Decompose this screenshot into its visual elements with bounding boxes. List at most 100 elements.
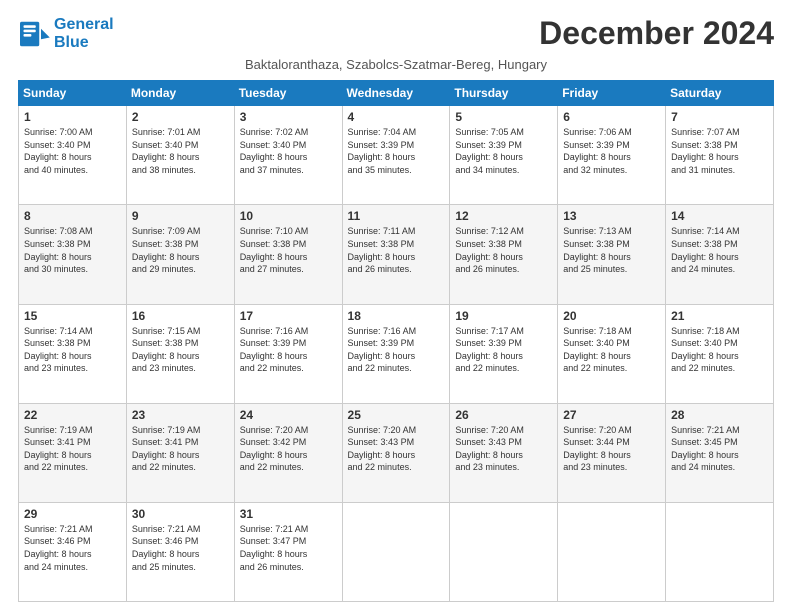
cell-content: Sunrise: 7:02 AM Sunset: 3:40 PM Dayligh… <box>240 126 337 176</box>
cell-content: Sunrise: 7:04 AM Sunset: 3:39 PM Dayligh… <box>348 126 445 176</box>
day-number: 24 <box>240 408 337 422</box>
cell-content: Sunrise: 7:11 AM Sunset: 3:38 PM Dayligh… <box>348 225 445 275</box>
cell-content: Sunrise: 7:17 AM Sunset: 3:39 PM Dayligh… <box>455 325 552 375</box>
calendar-week-row: 15Sunrise: 7:14 AM Sunset: 3:38 PM Dayli… <box>19 304 774 403</box>
logo-text: General Blue <box>54 16 114 51</box>
table-row <box>666 502 774 601</box>
table-row: 25 Sunrise: 7:20 AM Sunset: 3:43 PM Dayli… <box>342 403 450 502</box>
table-row: 1 Sunrise: 7:00 AM Sunset: 3:40 PM Daylig… <box>19 106 127 205</box>
logo-icon <box>18 20 50 48</box>
day-number: 19 <box>455 309 552 323</box>
cell-content: Sunrise: 7:20 AM Sunset: 3:42 PM Dayligh… <box>240 424 337 474</box>
table-row <box>342 502 450 601</box>
table-row: 18 Sunrise: 7:16 AM Sunset: 3:39 PM Dayli… <box>342 304 450 403</box>
table-row: 19 Sunrise: 7:17 AM Sunset: 3:39 PM Dayli… <box>450 304 558 403</box>
table-row: 12 Sunrise: 7:12 AM Sunset: 3:38 PM Dayli… <box>450 205 558 304</box>
day-number: 4 <box>348 110 445 124</box>
cell-content: Sunrise: 7:07 AM Sunset: 3:38 PM Dayligh… <box>671 126 768 176</box>
col-tuesday: Tuesday <box>234 81 342 106</box>
day-number: 22 <box>24 408 121 422</box>
day-number: 2 <box>132 110 229 124</box>
table-row: 27 Sunrise: 7:20 AM Sunset: 3:44 PM Dayli… <box>558 403 666 502</box>
day-number: 20 <box>563 309 660 323</box>
day-number: 23 <box>132 408 229 422</box>
table-row: 21Sunrise: 7:18 AM Sunset: 3:40 PM Dayli… <box>666 304 774 403</box>
cell-content: Sunrise: 7:21 AM Sunset: 3:45 PM Dayligh… <box>671 424 768 474</box>
cell-content: Sunrise: 7:12 AM Sunset: 3:38 PM Dayligh… <box>455 225 552 275</box>
table-row: 31Sunrise: 7:21 AM Sunset: 3:47 PM Dayli… <box>234 502 342 601</box>
col-sunday: Sunday <box>19 81 127 106</box>
day-number: 25 <box>348 408 445 422</box>
day-number: 31 <box>240 507 337 521</box>
calendar-page: General Blue December 2024 Baktalorantha… <box>0 0 792 612</box>
table-row: 14Sunrise: 7:14 AM Sunset: 3:38 PM Dayli… <box>666 205 774 304</box>
day-number: 5 <box>455 110 552 124</box>
calendar-week-row: 8Sunrise: 7:08 AM Sunset: 3:38 PM Daylig… <box>19 205 774 304</box>
table-row <box>558 502 666 601</box>
day-number: 15 <box>24 309 121 323</box>
day-number: 1 <box>24 110 121 124</box>
day-number: 11 <box>348 209 445 223</box>
day-number: 30 <box>132 507 229 521</box>
title-block: December 2024 <box>539 16 774 51</box>
cell-content: Sunrise: 7:20 AM Sunset: 3:43 PM Dayligh… <box>455 424 552 474</box>
cell-content: Sunrise: 7:16 AM Sunset: 3:39 PM Dayligh… <box>348 325 445 375</box>
cell-content: Sunrise: 7:21 AM Sunset: 3:46 PM Dayligh… <box>24 523 121 573</box>
day-number: 18 <box>348 309 445 323</box>
calendar-week-row: 1 Sunrise: 7:00 AM Sunset: 3:40 PM Daylig… <box>19 106 774 205</box>
table-row: 9 Sunrise: 7:09 AM Sunset: 3:38 PM Daylig… <box>126 205 234 304</box>
cell-content: Sunrise: 7:20 AM Sunset: 3:44 PM Dayligh… <box>563 424 660 474</box>
cell-content: Sunrise: 7:20 AM Sunset: 3:43 PM Dayligh… <box>348 424 445 474</box>
table-row: 13Sunrise: 7:13 AM Sunset: 3:38 PM Dayli… <box>558 205 666 304</box>
calendar-week-row: 22 Sunrise: 7:19 AM Sunset: 3:41 PM Dayli… <box>19 403 774 502</box>
col-friday: Friday <box>558 81 666 106</box>
table-row: 5Sunrise: 7:05 AM Sunset: 3:39 PM Daylig… <box>450 106 558 205</box>
table-row: 15Sunrise: 7:14 AM Sunset: 3:38 PM Dayli… <box>19 304 127 403</box>
cell-content: Sunrise: 7:06 AM Sunset: 3:39 PM Dayligh… <box>563 126 660 176</box>
header-row: General Blue December 2024 <box>18 16 774 51</box>
table-row <box>450 502 558 601</box>
day-number: 7 <box>671 110 768 124</box>
cell-content: Sunrise: 7:09 AM Sunset: 3:38 PM Dayligh… <box>132 225 229 275</box>
col-thursday: Thursday <box>450 81 558 106</box>
table-row: 6 Sunrise: 7:06 AM Sunset: 3:39 PM Daylig… <box>558 106 666 205</box>
day-number: 27 <box>563 408 660 422</box>
day-number: 16 <box>132 309 229 323</box>
header-row-days: Sunday Monday Tuesday Wednesday Thursday… <box>19 81 774 106</box>
calendar-table: Sunday Monday Tuesday Wednesday Thursday… <box>18 80 774 602</box>
table-row: 8Sunrise: 7:08 AM Sunset: 3:38 PM Daylig… <box>19 205 127 304</box>
day-number: 14 <box>671 209 768 223</box>
table-row: 24 Sunrise: 7:20 AM Sunset: 3:42 PM Dayli… <box>234 403 342 502</box>
table-row: 26 Sunrise: 7:20 AM Sunset: 3:43 PM Dayli… <box>450 403 558 502</box>
col-saturday: Saturday <box>666 81 774 106</box>
day-number: 10 <box>240 209 337 223</box>
table-row: 20Sunrise: 7:18 AM Sunset: 3:40 PM Dayli… <box>558 304 666 403</box>
day-number: 8 <box>24 209 121 223</box>
cell-content: Sunrise: 7:19 AM Sunset: 3:41 PM Dayligh… <box>24 424 121 474</box>
cell-content: Sunrise: 7:16 AM Sunset: 3:39 PM Dayligh… <box>240 325 337 375</box>
table-row: 4 Sunrise: 7:04 AM Sunset: 3:39 PM Daylig… <box>342 106 450 205</box>
day-number: 28 <box>671 408 768 422</box>
col-wednesday: Wednesday <box>342 81 450 106</box>
cell-content: Sunrise: 7:13 AM Sunset: 3:38 PM Dayligh… <box>563 225 660 275</box>
table-row: 29Sunrise: 7:21 AM Sunset: 3:46 PM Dayli… <box>19 502 127 601</box>
month-title: December 2024 <box>539 16 774 51</box>
cell-content: Sunrise: 7:10 AM Sunset: 3:38 PM Dayligh… <box>240 225 337 275</box>
day-number: 6 <box>563 110 660 124</box>
calendar-week-row: 29Sunrise: 7:21 AM Sunset: 3:46 PM Dayli… <box>19 502 774 601</box>
logo: General Blue <box>18 16 114 51</box>
day-number: 21 <box>671 309 768 323</box>
day-number: 12 <box>455 209 552 223</box>
cell-content: Sunrise: 7:15 AM Sunset: 3:38 PM Dayligh… <box>132 325 229 375</box>
table-row: 28 Sunrise: 7:21 AM Sunset: 3:45 PM Dayli… <box>666 403 774 502</box>
table-row: 3 Sunrise: 7:02 AM Sunset: 3:40 PM Daylig… <box>234 106 342 205</box>
day-number: 3 <box>240 110 337 124</box>
day-number: 9 <box>132 209 229 223</box>
cell-content: Sunrise: 7:00 AM Sunset: 3:40 PM Dayligh… <box>24 126 121 176</box>
cell-content: Sunrise: 7:01 AM Sunset: 3:40 PM Dayligh… <box>132 126 229 176</box>
day-number: 17 <box>240 309 337 323</box>
table-row: 23Sunrise: 7:19 AM Sunset: 3:41 PM Dayli… <box>126 403 234 502</box>
table-row: 16 Sunrise: 7:15 AM Sunset: 3:38 PM Dayli… <box>126 304 234 403</box>
table-row: 11 Sunrise: 7:11 AM Sunset: 3:38 PM Dayli… <box>342 205 450 304</box>
day-number: 26 <box>455 408 552 422</box>
